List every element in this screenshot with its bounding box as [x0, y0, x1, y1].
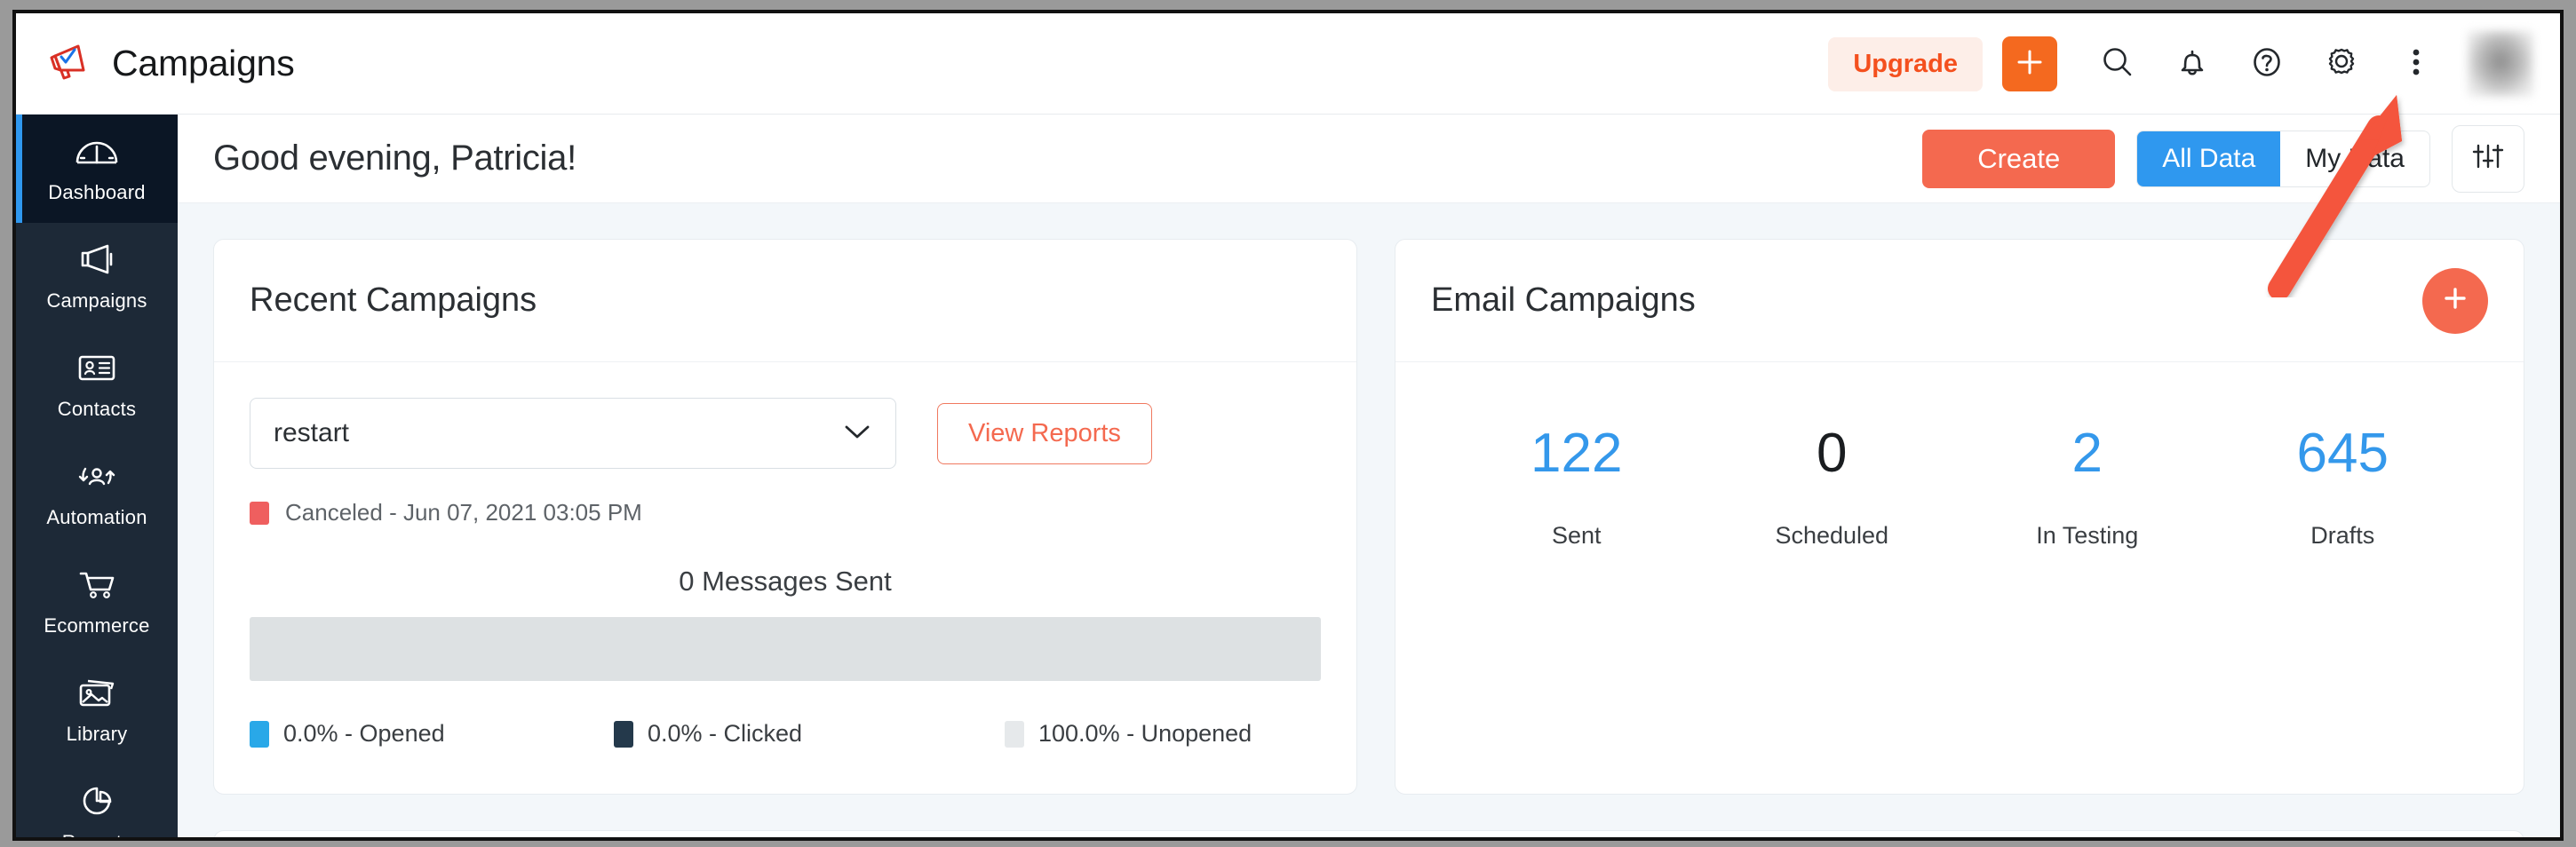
- sidebar-item-label: Dashboard: [48, 181, 145, 204]
- top-app-bar: Campaigns Upgrade: [16, 13, 2560, 115]
- sidebar-item-reports[interactable]: Reports: [16, 764, 178, 841]
- sidebar-item-ecommerce[interactable]: Ecommerce: [16, 548, 178, 656]
- brand-block: Campaigns: [46, 42, 295, 85]
- help-button[interactable]: [2230, 27, 2304, 101]
- status-badge: [250, 502, 269, 525]
- greeting-actions: Create All Data My Data: [1922, 125, 2524, 193]
- stat-drafts[interactable]: 645 Drafts: [2215, 426, 2471, 550]
- recent-campaigns-title: Recent Campaigns: [250, 281, 537, 320]
- gauge-icon: [73, 133, 121, 173]
- toggle-my-data[interactable]: My Data: [2280, 131, 2429, 186]
- sidebar-item-library[interactable]: Library: [16, 656, 178, 764]
- kebab-menu-icon: [2411, 44, 2421, 84]
- card-body: restart View Reports Canceled - Jun 07, …: [214, 362, 1356, 783]
- sidebar-item-label: Campaigns: [46, 289, 147, 313]
- filter-settings-button[interactable]: [2452, 125, 2524, 193]
- campaign-status-text: Canceled - Jun 07, 2021 03:05 PM: [285, 499, 642, 526]
- campaign-status-row: Canceled - Jun 07, 2021 03:05 PM: [250, 499, 1321, 526]
- avatar[interactable]: [2468, 31, 2533, 97]
- email-campaign-stats: 122 Sent 0 Scheduled 2 In Testing 645 Dr…: [1395, 426, 2524, 550]
- stat-sent[interactable]: 122 Sent: [1449, 426, 1705, 550]
- legend-swatch-opened: [250, 721, 269, 748]
- campaign-select-row: restart View Reports: [250, 398, 1321, 469]
- plus-icon: [2014, 46, 2046, 83]
- recent-campaigns-card: Recent Campaigns restart View Repor: [213, 239, 1357, 795]
- stat-label: Scheduled: [1705, 522, 1960, 550]
- more-options-button[interactable]: [2379, 27, 2453, 101]
- legend-label: 100.0% - Unopened: [1038, 720, 1252, 748]
- campaign-select[interactable]: restart: [250, 398, 896, 469]
- email-campaigns-title: Email Campaigns: [1431, 281, 1696, 320]
- stat-label: In Testing: [1960, 522, 2215, 550]
- gear-icon: [2323, 44, 2360, 85]
- stat-value: 122: [1449, 426, 1705, 481]
- card-header: Email Campaigns: [1395, 240, 2524, 362]
- view-reports-button[interactable]: View Reports: [937, 403, 1152, 464]
- stat-value: 2: [1960, 426, 2215, 481]
- sidebar: Dashboard Campaigns Conta: [16, 115, 178, 837]
- legend-label: 0.0% - Clicked: [648, 720, 802, 748]
- stat-value: 0: [1705, 426, 1960, 481]
- search-icon: [2100, 44, 2135, 84]
- card-header: Recent Campaigns: [214, 240, 1356, 362]
- megaphone-icon: [46, 42, 91, 85]
- sidebar-item-automation[interactable]: Automation: [16, 439, 178, 548]
- add-email-campaign-button[interactable]: [2422, 268, 2488, 334]
- top-bar-actions: Upgrade: [1828, 13, 2533, 115]
- pie-chart-icon: [74, 783, 120, 823]
- automation-icon: [73, 458, 121, 498]
- sidebar-item-label: Library: [67, 723, 128, 746]
- legend-item: 0.0% - Opened: [250, 720, 614, 748]
- application-window: Campaigns Upgrade: [12, 10, 2564, 841]
- plus-icon: [2439, 282, 2471, 319]
- sidebar-item-label: Ecommerce: [44, 614, 149, 637]
- messages-sent-label: 0 Messages Sent: [250, 566, 1321, 598]
- legend-item: 100.0% - Unopened: [1005, 720, 1252, 748]
- trial-notice-card: Your campaign trial ends in 30 days: [213, 830, 2524, 837]
- legend-row: 0.0% - Opened 0.0% - Clicked 100.0% - Un…: [250, 720, 1321, 748]
- image-stack-icon: [74, 675, 120, 715]
- legend-item: 0.0% - Clicked: [614, 720, 1005, 748]
- stat-in-testing[interactable]: 2 In Testing: [1960, 426, 2215, 550]
- stat-value: 645: [2215, 426, 2471, 481]
- legend-label: 0.0% - Opened: [283, 720, 445, 748]
- chevron-down-icon: [842, 422, 872, 446]
- sidebar-item-label: Reports: [62, 831, 131, 841]
- sidebar-item-contacts[interactable]: Contacts: [16, 331, 178, 439]
- search-button[interactable]: [2080, 27, 2155, 101]
- settings-button[interactable]: [2304, 27, 2379, 101]
- campaign-select-value: restart: [274, 418, 349, 448]
- messages-progress-bar: [250, 617, 1321, 681]
- legend-swatch-clicked: [614, 721, 633, 748]
- add-new-button[interactable]: [2002, 36, 2057, 91]
- greeting-bar: Good evening, Patricia! Create All Data …: [178, 115, 2560, 203]
- stat-label: Sent: [1449, 522, 1705, 550]
- contact-card-icon: [74, 350, 120, 390]
- stat-scheduled[interactable]: 0 Scheduled: [1705, 426, 1960, 550]
- page-title: Campaigns: [112, 43, 295, 84]
- sidebar-item-label: Contacts: [58, 398, 136, 421]
- greeting-text: Good evening, Patricia!: [213, 139, 576, 178]
- sidebar-item-dashboard[interactable]: Dashboard: [16, 115, 178, 223]
- stat-label: Drafts: [2215, 522, 2471, 550]
- upgrade-button[interactable]: Upgrade: [1828, 37, 1983, 91]
- notifications-button[interactable]: [2155, 27, 2230, 101]
- bell-icon: [2175, 44, 2209, 84]
- cart-icon: [73, 566, 121, 606]
- create-button[interactable]: Create: [1922, 130, 2115, 188]
- megaphone-icon: [74, 241, 120, 281]
- sidebar-item-label: Automation: [46, 506, 147, 529]
- sliders-icon: [2469, 139, 2507, 178]
- toggle-all-data[interactable]: All Data: [2137, 131, 2280, 186]
- help-circle-icon: [2249, 44, 2285, 84]
- sidebar-item-campaigns[interactable]: Campaigns: [16, 223, 178, 331]
- main-content: Good evening, Patricia! Create All Data …: [178, 115, 2560, 837]
- email-campaigns-card: Email Campaigns 122 Sent: [1395, 239, 2524, 795]
- legend-swatch-unopened: [1005, 721, 1024, 748]
- data-scope-toggle: All Data My Data: [2136, 131, 2430, 187]
- dashboard-cards-row: Recent Campaigns restart View Repor: [178, 203, 2560, 795]
